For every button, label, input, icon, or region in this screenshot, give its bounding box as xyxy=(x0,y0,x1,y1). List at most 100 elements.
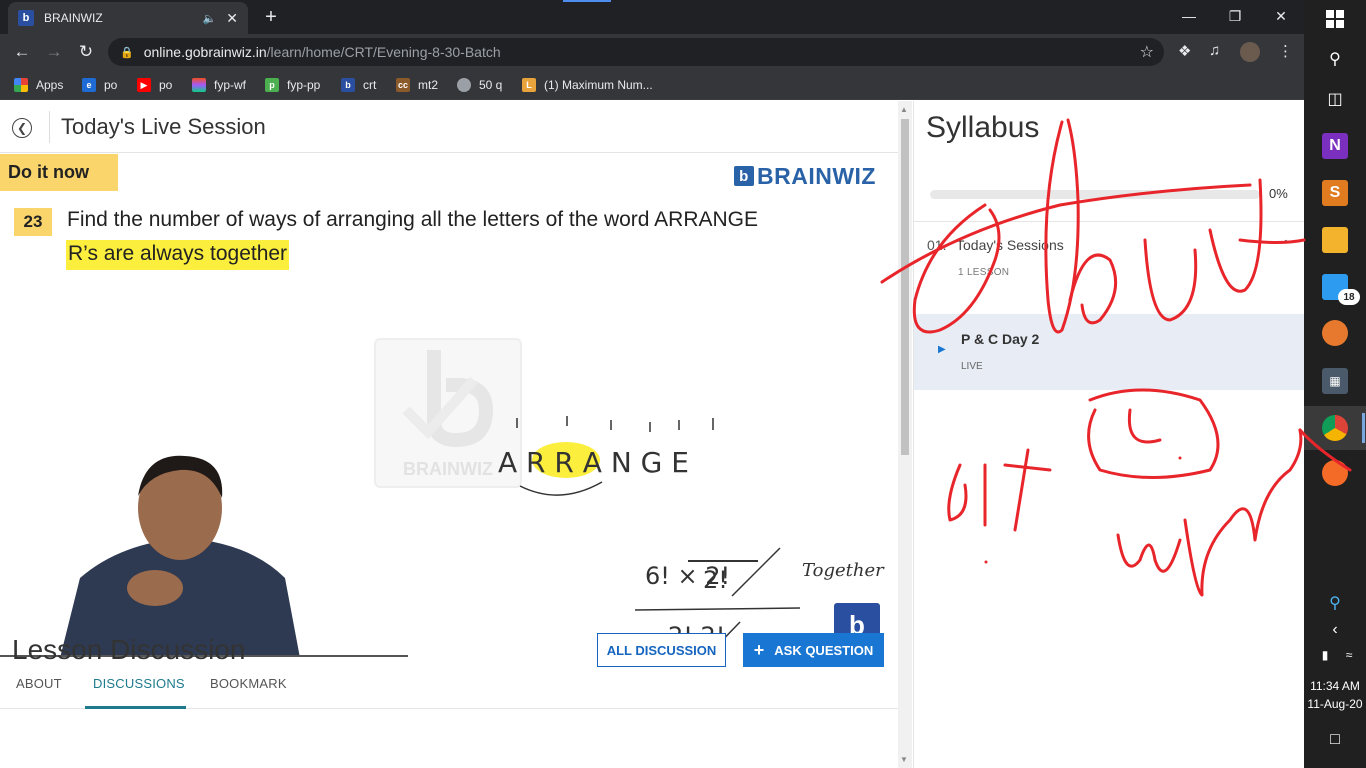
clock-time[interactable]: 11:34 AM xyxy=(1304,679,1366,693)
wifi-icon[interactable]: ≈ xyxy=(1336,642,1362,668)
new-tab-button[interactable]: + xyxy=(258,4,284,30)
question-number: 23 xyxy=(14,208,52,236)
accessibility-key-icon[interactable]: ⚲ xyxy=(1322,590,1348,616)
section-lesson-count: 1 LESSON xyxy=(958,267,1010,278)
presenter-video xyxy=(0,438,408,657)
windows-start-icon[interactable] xyxy=(1322,6,1348,32)
url-path: /learn/home/CRT/Evening-8-30-Batch xyxy=(266,44,501,60)
firefox-icon[interactable] xyxy=(1322,460,1348,486)
chevron-left-icon[interactable]: ‹ xyxy=(1322,617,1348,643)
battery-icon[interactable]: ▮ xyxy=(1312,642,1338,668)
board-word: A R R A N G E xyxy=(498,446,689,479)
calculator-icon[interactable]: ▦ xyxy=(1322,368,1348,394)
back-arrow-icon[interactable]: ❮ xyxy=(12,118,32,138)
lock-icon[interactable]: 🔒 xyxy=(120,46,134,59)
section-number: 01. xyxy=(927,237,947,253)
sublime-text-icon[interactable]: S xyxy=(1322,180,1348,206)
onenote-icon[interactable]: N xyxy=(1322,133,1348,159)
chevron-up-icon[interactable]: ⌃ xyxy=(1280,237,1292,254)
do-it-now-badge: Do it now xyxy=(0,154,118,191)
notifications-icon[interactable]: □ xyxy=(1322,727,1348,753)
chrome-icon[interactable] xyxy=(1322,415,1348,441)
bookmark-crt[interactable]: b crt xyxy=(341,76,376,94)
edge-icon: e xyxy=(82,78,96,92)
bookmark-star-icon[interactable]: ☆ xyxy=(1140,42,1154,62)
page-content: ❮ Today's Live Session Do it now b BRAINW… xyxy=(0,101,1305,768)
lesson-item[interactable]: ▶ P & C Day 2 LIVE xyxy=(914,314,1305,390)
session-pane: ❮ Today's Live Session Do it now b BRAINW… xyxy=(0,101,898,768)
address-bar[interactable]: 🔒 online.gobrainwiz.in/learn/home/CRT/Ev… xyxy=(108,38,1164,66)
ask-question-button[interactable]: + ASK QUESTION xyxy=(743,633,884,667)
back-button[interactable]: ← xyxy=(9,39,35,65)
window-indicator xyxy=(563,0,611,2)
scroll-down-icon[interactable]: ▼ xyxy=(900,755,908,764)
forward-button[interactable]: → xyxy=(41,39,67,65)
section-divider xyxy=(914,221,1305,222)
clock-date[interactable]: 11-Aug-20 xyxy=(1304,697,1366,711)
bookmark-fyp-pp[interactable]: p fyp-pp xyxy=(265,76,320,94)
bookmark-po-1[interactable]: e po xyxy=(82,76,117,94)
cc-icon: cc xyxy=(396,78,410,92)
bookmark-mt2[interactable]: cc mt2 xyxy=(396,76,438,94)
scroll-up-icon[interactable]: ▲ xyxy=(900,105,908,114)
extensions-puzzle-icon[interactable]: ❖ xyxy=(1178,42,1191,60)
board-result-bottom: 2! xyxy=(703,566,728,594)
bookmark-maximum-num[interactable]: L (1) Maximum Num... xyxy=(522,76,653,94)
apps-grid-icon xyxy=(14,78,28,92)
url-host: online.gobrainwiz.in xyxy=(143,44,267,60)
lesson-discussion-title: Lesson Discussion xyxy=(12,634,246,665)
presenter-figure xyxy=(60,455,300,657)
browser-tab[interactable]: b BRAINWIZ 🔈 ✕ xyxy=(8,2,248,34)
windows-taskbar: ⚲ ◫ N S 18 ▦ ⚲ ‹ ▮ ≈ 11:34 AM 11-Aug-20 … xyxy=(1304,0,1366,768)
close-window-button[interactable]: ✕ xyxy=(1258,2,1304,30)
page-scrollbar[interactable]: ▲ ▼ xyxy=(898,101,912,768)
brainwiz-favicon-icon: b xyxy=(18,10,34,26)
board-note: Together xyxy=(802,560,885,581)
plus-icon: + xyxy=(753,639,765,660)
figma-icon xyxy=(192,78,206,92)
tab-discussions[interactable]: DISCUSSIONS xyxy=(93,676,185,691)
speaker-icon[interactable]: 🔈 xyxy=(203,12,217,25)
bookmark-po-2[interactable]: ▶ po xyxy=(137,76,172,94)
profile-avatar[interactable] xyxy=(1240,42,1260,62)
session-header: ❮ Today's Live Session xyxy=(0,101,898,153)
reload-button[interactable]: ↻ xyxy=(73,39,99,65)
page-title: Today's Live Session xyxy=(61,114,266,139)
brainwiz-b-icon: b xyxy=(734,166,754,186)
bookmark-50q[interactable]: 50 q xyxy=(457,76,502,94)
all-discussion-button[interactable]: ALL DISCUSSION xyxy=(597,633,726,667)
file-explorer-icon[interactable] xyxy=(1322,227,1348,253)
leetcode-icon: L xyxy=(522,78,536,92)
close-tab-icon[interactable]: ✕ xyxy=(226,10,238,27)
play-icon: ▶ xyxy=(938,344,946,355)
brainwiz-icon: b xyxy=(341,78,355,92)
ask-question-label: ASK QUESTION xyxy=(774,642,874,658)
live-video-player[interactable]: Do it now b BRAINWIZ 23 Find the number o… xyxy=(0,153,898,657)
maximize-button[interactable]: ❐ xyxy=(1212,2,1258,30)
progress-percent: 0% xyxy=(1269,186,1288,201)
tab-about[interactable]: ABOUT xyxy=(16,676,62,691)
browser-toolbar: ← → ↻ 🔒 online.gobrainwiz.in/learn/home/… xyxy=(0,34,1304,70)
minimize-button[interactable]: — xyxy=(1166,2,1212,30)
task-view-icon[interactable]: ◫ xyxy=(1322,86,1348,112)
globe-icon xyxy=(457,78,471,92)
bookmark-fyp-wf[interactable]: fyp-wf xyxy=(192,76,246,94)
active-tab-underline xyxy=(85,706,186,709)
tab-bookmark[interactable]: BOOKMARK xyxy=(210,676,287,691)
scrollbar-thumb[interactable] xyxy=(901,119,909,455)
bookmark-apps[interactable]: Apps xyxy=(14,76,63,94)
header-divider xyxy=(49,111,50,143)
syllabus-pane: Syllabus 0% 01. Today's Sessions 1 LESSO… xyxy=(913,101,1305,768)
media-control-icon[interactable]: ♫ xyxy=(1209,42,1220,59)
question-text: Find the number of ways of arranging all… xyxy=(67,208,759,231)
screen: b BRAINWIZ 🔈 ✕ + — ❐ ✕ ← → ↻ 🔒 online.go… xyxy=(0,0,1366,768)
menu-kebab-icon[interactable]: ⋮ xyxy=(1278,42,1293,60)
tab-strip: b BRAINWIZ 🔈 ✕ + — ❐ ✕ xyxy=(0,0,1304,34)
pp-icon: p xyxy=(265,78,279,92)
media-player-icon[interactable] xyxy=(1322,320,1348,346)
section-name: Today's Sessions xyxy=(956,237,1064,253)
youtube-icon: ▶ xyxy=(137,78,151,92)
search-icon[interactable]: ⚲ xyxy=(1322,46,1348,72)
browser-window: b BRAINWIZ 🔈 ✕ + — ❐ ✕ ← → ↻ 🔒 online.go… xyxy=(0,0,1305,768)
board-fraction-line xyxy=(688,560,758,562)
